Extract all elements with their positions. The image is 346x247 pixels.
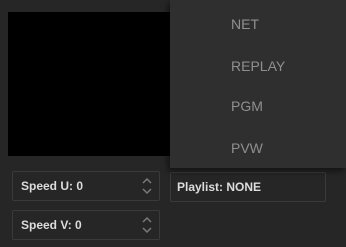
menu-item-replay[interactable]: REPLAY: [170, 46, 346, 86]
speed-v-field[interactable]: Speed V: 0: [12, 210, 160, 240]
speed-v-label: Speed V: 0: [21, 218, 82, 232]
playlist-field[interactable]: Playlist: NONE: [170, 172, 326, 202]
spinner-icon[interactable]: [140, 174, 154, 198]
source-dropdown-menu: NET REPLAY PGM PVW: [170, 0, 346, 168]
speed-u-label: Speed U: 0: [21, 179, 84, 193]
playlist-label: Playlist: NONE: [177, 180, 262, 194]
control-panel: Speed U: 0 Speed V: 0 Playlist: NONE NET…: [0, 0, 346, 247]
menu-item-pgm[interactable]: PGM: [170, 86, 346, 126]
menu-item-net[interactable]: NET: [170, 4, 346, 44]
speed-u-field[interactable]: Speed U: 0: [12, 171, 160, 201]
menu-item-pvw[interactable]: PVW: [170, 128, 346, 168]
spinner-icon[interactable]: [140, 213, 154, 237]
